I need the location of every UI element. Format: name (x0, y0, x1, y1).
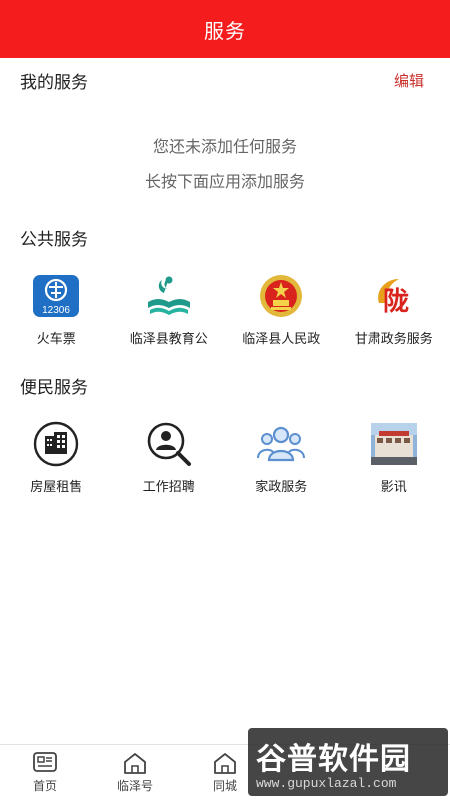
service-label: 影讯 (380, 480, 407, 495)
service-housekeeping[interactable]: 家政服务 (225, 418, 338, 495)
nav-home[interactable]: 首页 (0, 745, 90, 800)
service-label: 火车票 (36, 332, 76, 347)
top-header: 服务 (0, 0, 450, 58)
service-label: 家政服务 (255, 480, 308, 495)
empty-message-line2: 长按下面应用添加服务 (144, 172, 305, 191)
service-label: 工作招聘 (142, 480, 195, 495)
svg-text:陇: 陇 (383, 287, 409, 317)
service-jobs[interactable]: 工作招聘 (113, 418, 226, 495)
watermark-url: www.gupuxlazal.com (256, 776, 397, 791)
nav-label: 首页 (32, 779, 57, 793)
service-label: 临泽县教育公 (129, 332, 208, 347)
convenience-services-grid: 房屋租售 工作招聘 家政服务 影讯 (0, 418, 450, 495)
house-icon (124, 753, 146, 774)
railway-12306-icon: 12306 (30, 270, 82, 322)
national-emblem-icon (255, 270, 307, 322)
my-services-title: 我的服务 (20, 73, 88, 93)
education-book-icon (143, 270, 195, 322)
convenience-services-title: 便民服务 (20, 378, 88, 398)
edit-button[interactable]: 编辑 (394, 70, 424, 91)
service-label: 房屋租售 (30, 480, 83, 495)
service-gansu-gov[interactable]: 陇 甘肃政务服务 (338, 270, 450, 347)
cinema-photo-icon (368, 418, 420, 470)
watermark-title: 谷普软件园 (256, 742, 411, 777)
service-label: 临泽县人民政 (242, 332, 321, 347)
people-group-icon (255, 418, 307, 470)
gansu-gov-logo-icon: 陇 (368, 270, 420, 322)
nav-label: 同城 (212, 779, 237, 793)
public-services-title: 公共服务 (20, 230, 88, 250)
house-icon (214, 753, 236, 774)
watermark: 谷普软件园 www.gupuxlazal.com (248, 728, 448, 796)
page-title: 服务 (204, 18, 246, 43)
person-search-icon (143, 418, 195, 470)
service-label: 甘肃政务服务 (354, 332, 433, 347)
service-linze-education[interactable]: 临泽县教育公 (113, 270, 226, 347)
building-icon (30, 418, 82, 470)
news-card-icon (33, 752, 57, 772)
empty-message-line1: 您还未添加任何服务 (152, 137, 297, 156)
svg-text:12306: 12306 (42, 305, 70, 316)
nav-label: 临泽号 (116, 779, 153, 793)
public-services-grid: 12306 火车票 临泽县教育公 临泽县人民政 陇 甘肃政务服务 (0, 270, 450, 347)
service-train-tickets[interactable]: 12306 火车票 (0, 270, 113, 347)
service-housing[interactable]: 房屋租售 (0, 418, 113, 495)
nav-linze-hao[interactable]: 临泽号 (90, 745, 180, 800)
service-movie-news[interactable]: 影讯 (338, 418, 450, 495)
service-linze-government[interactable]: 临泽县人民政 (225, 270, 338, 347)
